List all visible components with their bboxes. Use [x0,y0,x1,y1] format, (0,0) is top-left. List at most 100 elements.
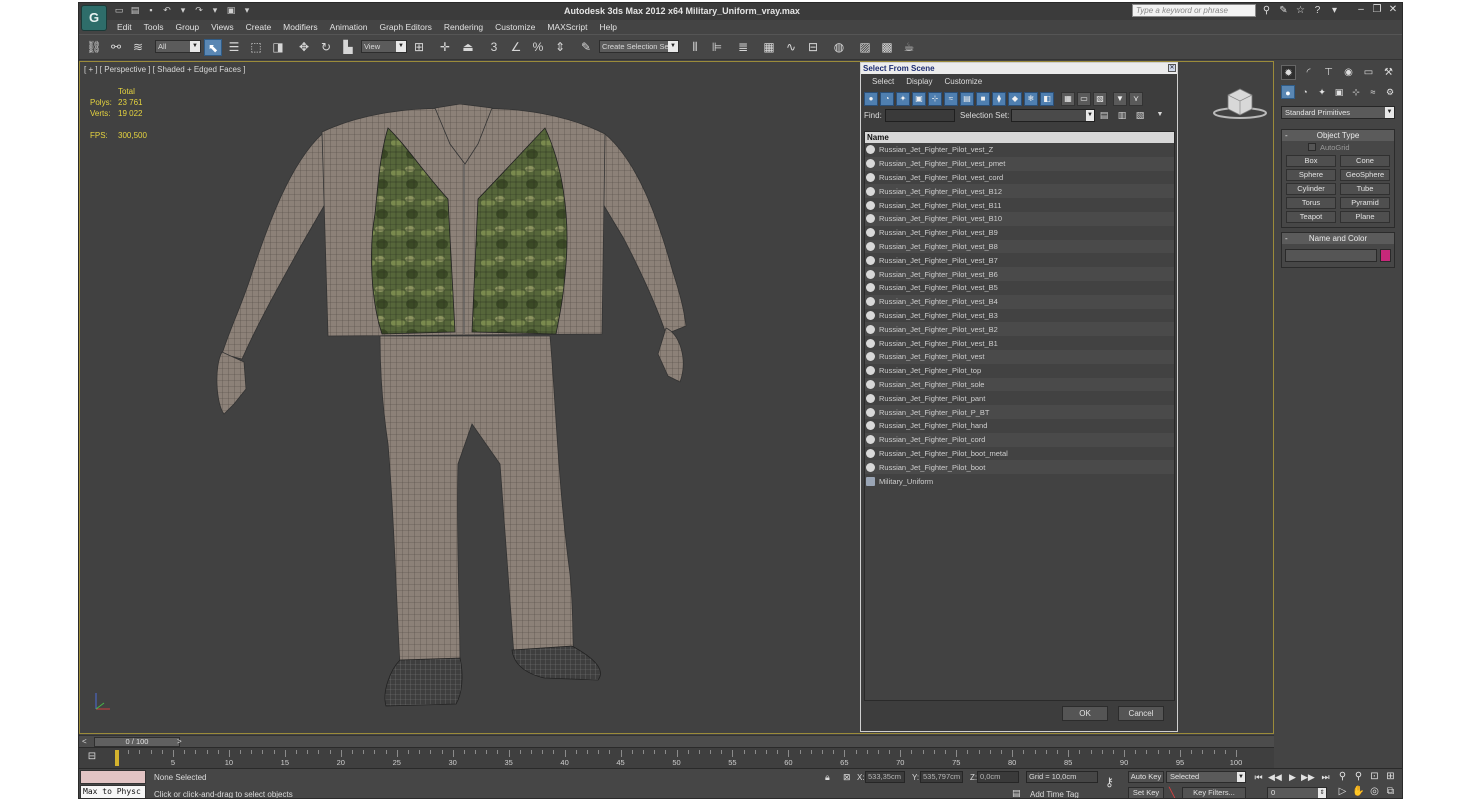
object-name-input[interactable] [1285,249,1378,262]
maximize-viewport-icon[interactable]: ⧉ [1384,785,1397,798]
track-bar[interactable]: ⊟ 5 10 15 20 25 30 35 40 45 50 55 60 65 70 75 80 85 90 95 1… [79,747,1274,768]
angle-snap-icon[interactable]: ∠ [507,39,525,56]
spinner-snap-icon[interactable]: ⇕ [551,39,569,56]
rotate-icon[interactable]: ↻ [317,39,335,56]
cone-button[interactable]: Cone [1340,155,1390,167]
maxscript-mini-listener[interactable]: Max to Physc [80,785,146,798]
previous-frame-icon[interactable]: < [82,737,91,747]
scene-object-list[interactable]: Name Russian_Jet_Fighter_Pilot_vest_Z Rus… [864,131,1175,701]
display-tab-icon[interactable]: ▭ [1361,65,1376,80]
list-item[interactable]: Russian_Jet_Fighter_Pilot_top [865,364,1174,378]
list-item[interactable]: Russian_Jet_Fighter_Pilot_vest_B12 [865,184,1174,199]
menu-help[interactable]: Help [593,20,622,34]
curve-editor-icon[interactable]: ∿ [782,39,800,56]
modify-tab-icon[interactable]: ◜ [1301,65,1316,80]
set-keys-icon[interactable]: ╲ [1169,787,1176,798]
display-spacewarps-icon[interactable]: ≈ [944,92,958,106]
viewcube-icon[interactable] [1212,83,1272,123]
key-icon[interactable]: ⚷ [1105,775,1114,789]
display-lights-icon[interactable]: ✦ [896,92,910,106]
selection-set-dropdown[interactable]: ▼ [1011,109,1095,122]
binoculars-icon[interactable]: ⚲ [1261,5,1272,16]
orbit-icon[interactable]: ◎ [1368,785,1381,798]
field-of-view-icon[interactable]: ▷ [1336,785,1349,798]
keyboard-shortcut-icon[interactable]: ⏏ [459,39,477,56]
list-item-group[interactable]: Military_Uniform [865,474,1174,488]
undo-icon[interactable]: ↶ [161,5,173,16]
display-cameras-icon[interactable]: ▣ [912,92,926,106]
key-mode-dropdown[interactable]: Selected ▼ [1166,771,1246,783]
sel-set-remove-icon[interactable]: ▥ [1115,108,1129,122]
render-teapot-icon[interactable]: ☕ [900,39,918,56]
help-dropdown-icon[interactable]: ▾ [1329,5,1340,16]
new-file-icon[interactable]: ▭ [113,5,125,16]
list-item[interactable]: Russian_Jet_Fighter_Pilot_vest_B2 [865,322,1174,337]
space-warps-icon[interactable]: ≈ [1366,85,1380,99]
display-geometry-icon[interactable]: ● [864,92,878,106]
list-item[interactable]: Russian_Jet_Fighter_Pilot_vest_B8 [865,239,1174,254]
cylinder-button[interactable]: Cylinder [1286,183,1336,195]
rectangular-selection-icon[interactable]: ⬚ [247,39,265,56]
menu-group[interactable]: Group [170,20,206,34]
time-tag-icon[interactable]: ▤ [1012,788,1021,798]
hierarchy-tab-icon[interactable]: ⊤ [1321,65,1336,80]
display-groups-icon[interactable]: ▤ [960,92,974,106]
x-coordinate-input[interactable]: 533,35cm [865,771,905,783]
zoom-all-icon[interactable]: ⚲ [1352,770,1365,783]
unlink-icon[interactable]: ⚯ [107,39,125,56]
named-selection-dropdown[interactable]: Create Selection Se ▼ [599,40,679,53]
add-time-tag[interactable]: Add Time Tag [1030,790,1079,798]
percent-snap-icon[interactable]: % [529,39,547,56]
select-none-icon[interactable]: ▭ [1077,92,1091,106]
list-item[interactable]: Russian_Jet_Fighter_Pilot_cord [865,432,1174,447]
list-item[interactable]: Russian_Jet_Fighter_Pilot_boot_metal [865,447,1174,461]
geosphere-button[interactable]: GeoSphere [1340,169,1390,181]
display-shapes-icon[interactable]: ◔ [880,92,894,106]
sel-set-add-icon[interactable]: ▤ [1097,108,1111,122]
maximize-icon[interactable]: ❐ [1372,4,1382,16]
current-frame-input[interactable]: 0 ⇕ [1267,787,1327,798]
menu-views[interactable]: Views [205,20,240,34]
communication-icon[interactable]: ✎ [1278,5,1289,16]
lights-icon[interactable]: ✦ [1315,85,1329,99]
previous-key-icon[interactable]: ◀◀ [1268,771,1282,783]
dialog-close-icon[interactable]: ✕ [1168,64,1176,72]
menu-animation[interactable]: Animation [324,20,374,34]
select-object-icon[interactable]: ⬉ [204,39,222,56]
plane-button[interactable]: Plane [1340,211,1390,223]
lock-icon[interactable]: 🔒︎ [825,772,830,783]
help-icon[interactable]: ? [1312,5,1323,16]
list-item[interactable]: Russian_Jet_Fighter_Pilot_vest_cord [865,171,1174,185]
go-to-start-icon[interactable]: ⏮ [1252,771,1265,783]
object-color-swatch[interactable] [1380,249,1391,262]
ok-button[interactable]: OK [1062,706,1108,721]
zoom-icon[interactable]: ⚲ [1336,770,1349,783]
z-coordinate-input[interactable]: 0,0cm [977,771,1019,783]
list-item[interactable]: Russian_Jet_Fighter_Pilot_sole [865,377,1174,392]
box-button[interactable]: Box [1286,155,1336,167]
dialog-title-bar[interactable]: Select From Scene ✕ [861,63,1177,74]
edit-named-selection-icon[interactable]: ✎ [577,39,595,56]
viewport-label[interactable]: [ + ] [ Perspective ] [ Shaded + Edged F… [84,65,245,74]
window-crossing-icon[interactable]: ◨ [269,39,287,56]
redo-icon[interactable]: ↷ [193,5,205,16]
menu-edit[interactable]: Edit [111,20,138,34]
play-icon[interactable]: ▶ [1286,771,1299,783]
display-frozen-icon[interactable]: ❄ [1024,92,1038,106]
create-tab-icon[interactable]: ✹ [1281,65,1296,80]
teapot-button[interactable]: Teapot [1286,211,1336,223]
current-frame-marker[interactable] [115,750,119,766]
list-item[interactable]: Russian_Jet_Fighter_Pilot_pant [865,391,1174,405]
utilities-tab-icon[interactable]: ⚒ [1381,65,1396,80]
bind-space-warp-icon[interactable]: ≋ [129,39,147,56]
select-manipulate-icon[interactable]: ✛ [436,39,454,56]
project-folder-icon[interactable]: ▣ [225,5,237,16]
column-header-name[interactable]: Name [865,132,1174,143]
menu-customize[interactable]: Customize [489,20,541,34]
render-setup-icon[interactable]: ▨ [856,39,874,56]
select-by-name-icon[interactable]: ☰ [225,39,243,56]
save-icon[interactable]: ▪ [145,5,157,16]
pyramid-button[interactable]: Pyramid [1340,197,1390,209]
list-item[interactable]: Russian_Jet_Fighter_Pilot_vest_B6 [865,267,1174,281]
list-item[interactable]: Russian_Jet_Fighter_Pilot_P_BT [865,405,1174,419]
